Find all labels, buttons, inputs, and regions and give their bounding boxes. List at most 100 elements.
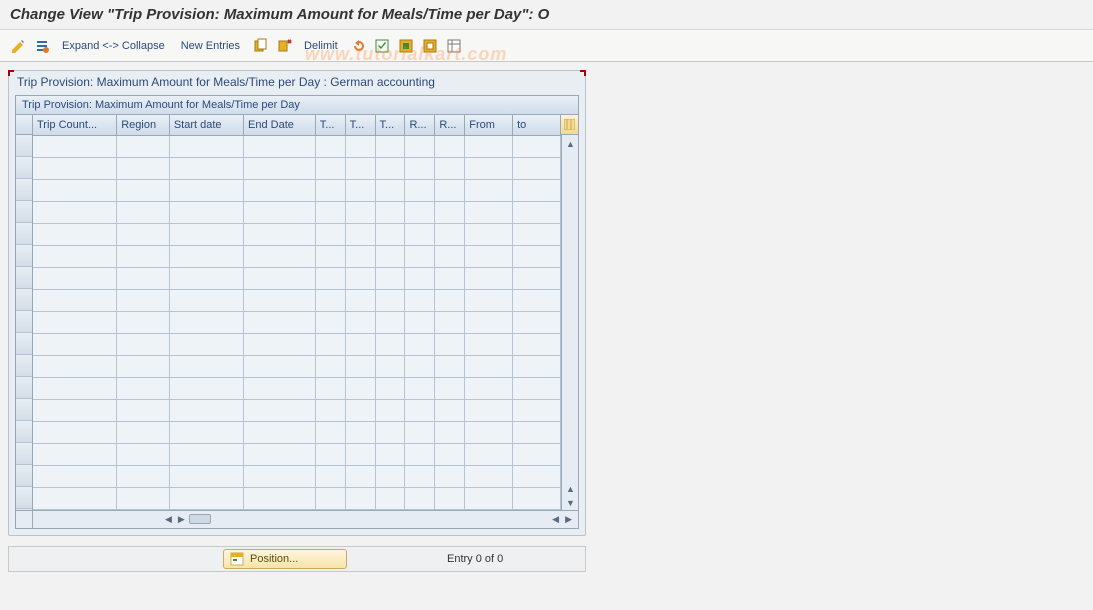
cell[interactable] [117, 377, 170, 399]
row-selector[interactable] [16, 333, 32, 355]
cell[interactable] [315, 465, 345, 487]
cell[interactable] [405, 487, 435, 509]
cell[interactable] [513, 135, 561, 157]
row-selector[interactable] [16, 465, 32, 487]
cell[interactable] [33, 135, 117, 157]
cell[interactable] [405, 135, 435, 157]
cell[interactable] [244, 179, 316, 201]
cell[interactable] [315, 201, 345, 223]
cell[interactable] [405, 421, 435, 443]
table-row[interactable] [33, 245, 561, 267]
cell[interactable] [375, 465, 405, 487]
cell[interactable] [513, 399, 561, 421]
cell[interactable] [465, 311, 513, 333]
hscroll-thumb[interactable] [189, 514, 211, 524]
cell[interactable] [345, 245, 375, 267]
cell[interactable] [345, 487, 375, 509]
cell[interactable] [117, 179, 170, 201]
cell[interactable] [33, 201, 117, 223]
cell[interactable] [405, 443, 435, 465]
cell[interactable] [33, 487, 117, 509]
cell[interactable] [117, 465, 170, 487]
cell[interactable] [315, 443, 345, 465]
cell[interactable] [33, 311, 117, 333]
cell[interactable] [513, 311, 561, 333]
cell[interactable] [117, 443, 170, 465]
cell[interactable] [345, 157, 375, 179]
table-row[interactable] [33, 223, 561, 245]
cell[interactable] [315, 157, 345, 179]
cell[interactable] [375, 223, 405, 245]
cell[interactable] [435, 465, 465, 487]
cell[interactable] [117, 487, 170, 509]
cell[interactable] [345, 333, 375, 355]
scroll-right-end-icon[interactable]: ▶ [563, 514, 574, 525]
table-row[interactable] [33, 289, 561, 311]
cell[interactable] [465, 201, 513, 223]
cell[interactable] [244, 421, 316, 443]
column-header[interactable]: T... [345, 115, 375, 135]
cell[interactable] [465, 487, 513, 509]
cell[interactable] [345, 267, 375, 289]
table-row[interactable] [33, 399, 561, 421]
cell[interactable] [169, 487, 243, 509]
configure-columns-icon[interactable] [561, 115, 578, 135]
cell[interactable] [315, 377, 345, 399]
cell[interactable] [117, 311, 170, 333]
cell[interactable] [244, 245, 316, 267]
cell[interactable] [375, 157, 405, 179]
cell[interactable] [33, 443, 117, 465]
table-row[interactable] [33, 333, 561, 355]
row-selector[interactable] [16, 421, 32, 443]
cell[interactable] [33, 355, 117, 377]
cell[interactable] [465, 157, 513, 179]
cell[interactable] [345, 289, 375, 311]
cell[interactable] [345, 223, 375, 245]
cell[interactable] [315, 289, 345, 311]
cell[interactable] [345, 443, 375, 465]
row-selector[interactable] [16, 355, 32, 377]
row-selector[interactable] [16, 179, 32, 201]
cell[interactable] [405, 245, 435, 267]
cell[interactable] [244, 487, 316, 509]
cell[interactable] [405, 311, 435, 333]
cell[interactable] [117, 267, 170, 289]
column-header[interactable]: T... [315, 115, 345, 135]
cell[interactable] [244, 223, 316, 245]
cell[interactable] [169, 399, 243, 421]
cell[interactable] [33, 245, 117, 267]
cell[interactable] [405, 289, 435, 311]
row-selector[interactable] [16, 135, 32, 157]
scroll-down-icon[interactable]: ▲ [562, 482, 579, 496]
cell[interactable] [169, 135, 243, 157]
cell[interactable] [513, 157, 561, 179]
cell[interactable] [375, 333, 405, 355]
horizontal-scrollbar[interactable]: ◀ ▶ ◀ ▶ [16, 510, 578, 528]
cell[interactable] [33, 377, 117, 399]
cell[interactable] [244, 333, 316, 355]
cell[interactable] [465, 289, 513, 311]
cell[interactable] [435, 311, 465, 333]
column-header[interactable]: From [465, 115, 513, 135]
cell[interactable] [465, 223, 513, 245]
cell[interactable] [33, 289, 117, 311]
table-row[interactable] [33, 201, 561, 223]
table-row[interactable] [33, 135, 561, 157]
cell[interactable] [405, 157, 435, 179]
cell[interactable] [435, 135, 465, 157]
cell[interactable] [435, 487, 465, 509]
cell[interactable] [465, 443, 513, 465]
cell[interactable] [513, 443, 561, 465]
cell[interactable] [117, 421, 170, 443]
other-view-icon[interactable] [32, 36, 52, 56]
cell[interactable] [435, 399, 465, 421]
scroll-down2-icon[interactable]: ▼ [562, 496, 579, 510]
select-block-icon[interactable] [396, 36, 416, 56]
cell[interactable] [169, 333, 243, 355]
cell[interactable] [345, 465, 375, 487]
new-entries-button[interactable]: New Entries [175, 40, 246, 52]
cell[interactable] [169, 245, 243, 267]
column-header[interactable]: R... [435, 115, 465, 135]
cell[interactable] [465, 179, 513, 201]
cell[interactable] [169, 377, 243, 399]
